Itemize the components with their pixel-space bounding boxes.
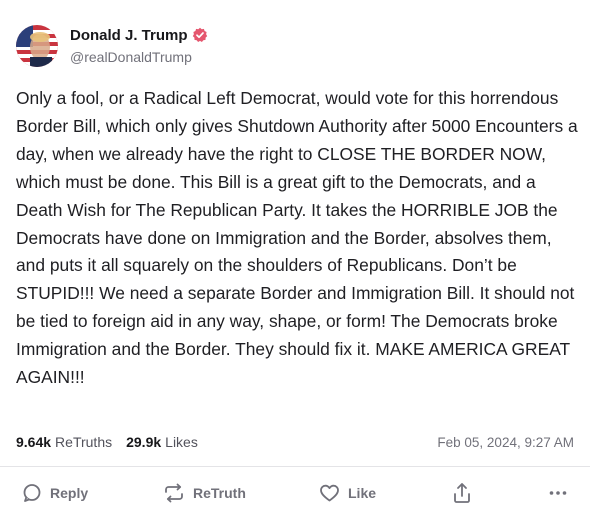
more-icon (548, 483, 568, 503)
retruths-count: 9.64k (16, 434, 52, 450)
likes-label: Likes (165, 434, 198, 450)
heart-icon (319, 483, 340, 503)
retruths-stat[interactable]: 9.64k ReTruths (16, 434, 112, 450)
reply-icon (22, 483, 42, 503)
retruth-icon (163, 483, 185, 503)
truth-post-card: Donald J. Trump @realDonaldTrump Only a … (0, 0, 590, 516)
reply-button[interactable]: Reply (22, 476, 88, 510)
share-button[interactable] (452, 476, 472, 510)
display-name-row: Donald J. Trump (70, 26, 208, 45)
flag-portrait-avatar-icon (16, 25, 58, 67)
verified-badge-icon (192, 27, 208, 43)
author-handle[interactable]: @realDonaldTrump (70, 48, 208, 67)
more-button[interactable] (548, 476, 568, 510)
retruth-label: ReTruth (193, 485, 246, 501)
likes-stat[interactable]: 29.9k Likes (126, 434, 198, 450)
retruth-button[interactable]: ReTruth (163, 476, 246, 510)
author-avatar[interactable] (16, 25, 58, 67)
action-divider (0, 466, 590, 467)
post-stats: 9.64k ReTruths 29.9k Likes Feb 05, 2024,… (16, 434, 574, 450)
like-label: Like (348, 485, 377, 501)
retruths-label: ReTruths (55, 434, 113, 450)
share-icon (452, 482, 472, 504)
author-names: Donald J. Trump @realDonaldTrump (70, 26, 208, 67)
post-header: Donald J. Trump @realDonaldTrump (16, 22, 208, 70)
post-body-text: Only a fool, or a Radical Left Democrat,… (16, 88, 583, 388)
action-bar: Reply ReTruth Like (0, 476, 590, 510)
reply-label: Reply (50, 485, 89, 501)
author-display-name[interactable]: Donald J. Trump (70, 26, 188, 45)
post-timestamp[interactable]: Feb 05, 2024, 9:27 AM (437, 435, 574, 450)
like-button[interactable]: Like (319, 476, 376, 510)
likes-count: 29.9k (126, 434, 162, 450)
